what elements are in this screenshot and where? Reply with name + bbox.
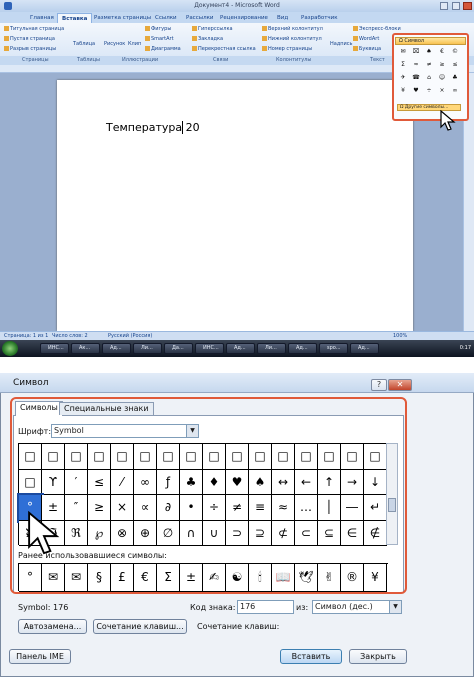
hyperlink-button[interactable]: Гиперссылка <box>192 26 233 32</box>
taskbar-item[interactable]: Ад... <box>350 343 379 354</box>
group-links: Связи <box>213 57 229 63</box>
ribbon-tabs: Главная Вставка Разметка страницы Ссылки… <box>0 12 474 23</box>
tab-developer[interactable]: Разработчик <box>297 13 342 23</box>
page-break-button[interactable]: Разрыв страницы <box>4 46 56 52</box>
dropcap-button[interactable]: Буквица <box>353 46 381 52</box>
dropdown-symbol-cell[interactable]: ♠ <box>424 47 434 56</box>
close-button[interactable]: Закрыть <box>349 649 407 664</box>
tab-mailings[interactable]: Рассылки <box>182 13 218 23</box>
text-caret <box>182 121 183 134</box>
dropdown-symbol-cell[interactable]: ≤ <box>450 60 460 69</box>
taskbar-item[interactable]: spo... <box>319 343 348 354</box>
dropdown-symbol-cell[interactable]: € <box>437 47 447 56</box>
textbox-button[interactable]: Надпись <box>330 41 353 47</box>
wordart-button[interactable]: WordArt <box>353 36 379 42</box>
dropdown-symbol-cell[interactable]: ∞ <box>450 86 460 95</box>
document-page[interactable] <box>57 80 413 331</box>
quickparts-button[interactable]: Экспресс-блоки <box>353 26 401 32</box>
taskbar: ИНС... Ак... Ад... Ли... Да... ИНС... Ад… <box>0 340 474 357</box>
dropdown-symbol-cell[interactable]: ¥ <box>398 86 408 95</box>
cover-page-button[interactable]: Титульная страница <box>4 26 64 32</box>
autocorrect-button[interactable]: Автозамена... <box>18 619 87 634</box>
document-text[interactable]: Температура 20 <box>106 121 200 134</box>
tab-view[interactable]: Вид <box>273 13 292 23</box>
separator-gap <box>0 357 474 373</box>
word-title: Документ4 - Microsoft Word <box>194 2 280 9</box>
group-header-footer: Колонтитулы <box>276 57 312 63</box>
taskbar-item[interactable]: Ак... <box>71 343 100 354</box>
tab-home[interactable]: Главная <box>26 13 58 23</box>
status-bar: Страница: 1 из 1 Число слов: 2 Русский (… <box>0 331 474 340</box>
tab-page-layout[interactable]: Разметка страницы <box>90 13 155 23</box>
blank-page-button[interactable]: Пустая страница <box>4 36 55 42</box>
dropdown-symbol-cell[interactable]: ≠ <box>424 60 434 69</box>
taskbar-item[interactable]: Ли... <box>133 343 162 354</box>
insert-button[interactable]: Вставить <box>280 649 342 664</box>
bookmark-button[interactable]: Закладка <box>192 36 223 42</box>
taskbar-item[interactable]: Ли... <box>257 343 286 354</box>
dropdown-symbol-cell[interactable]: ☎ <box>411 73 421 82</box>
group-pages: Страницы <box>22 57 49 63</box>
dropdown-symbol-cell[interactable]: ⌂ <box>424 73 434 82</box>
tab-review[interactable]: Рецензирование <box>216 13 272 23</box>
taskbar-item[interactable]: Да... <box>164 343 193 354</box>
dropdown-symbol-cell[interactable]: ♥ <box>411 86 421 95</box>
taskbar-item[interactable]: ИНС... <box>40 343 69 354</box>
taskbar-item[interactable]: ИНС... <box>195 343 224 354</box>
header-button[interactable]: Верхний колонтитул <box>262 26 323 32</box>
symbol-code-name: Symbol: 176 <box>18 603 69 612</box>
taskbar-clock: 0:17 <box>459 345 471 351</box>
table-button[interactable]: Таблица <box>73 41 95 47</box>
highlight-frame <box>10 397 407 594</box>
taskbar-item[interactable]: Ад... <box>102 343 131 354</box>
char-code-label: Код знака: <box>190 603 236 612</box>
from-label: из: <box>296 603 309 612</box>
minimize-icon[interactable] <box>440 2 448 10</box>
mouse-pointer-icon <box>440 110 456 131</box>
start-button[interactable] <box>2 341 18 356</box>
smartart-button[interactable]: SmartArt <box>145 36 174 42</box>
picture-button[interactable]: Рисунок <box>104 41 125 47</box>
maximize-icon[interactable] <box>452 2 460 10</box>
chart-button[interactable]: Диаграмма <box>145 46 181 52</box>
ime-pad-button[interactable]: Панель IME <box>9 649 71 664</box>
dropdown-symbol-cell[interactable]: ≈ <box>411 60 421 69</box>
taskbar-item[interactable]: Ад... <box>288 343 317 354</box>
tab-insert[interactable]: Вставка <box>57 13 93 23</box>
dropdown-symbol-cell[interactable]: Σ <box>398 60 408 69</box>
dropdown-symbol-cell[interactable]: ✉ <box>398 47 408 56</box>
dropdown-symbol-cell[interactable]: ✈ <box>398 73 408 82</box>
word-title-bar: Документ4 - Microsoft Word <box>0 0 474 12</box>
from-select-value: Символ (дес.) <box>315 602 373 611</box>
help-button[interactable]: ? <box>371 379 387 391</box>
symbol-button[interactable]: Ω Символ <box>395 37 466 45</box>
group-illustrations: Иллюстрации <box>122 57 159 63</box>
shapes-button[interactable]: Фигуры <box>145 26 171 32</box>
char-code-input[interactable]: 176 <box>237 600 294 614</box>
page-number-button[interactable]: Номер страницы <box>262 46 312 52</box>
dropdown-symbol-cell[interactable]: © <box>450 47 460 56</box>
from-select[interactable]: Символ (дес.) ▼ <box>312 600 402 614</box>
clip-button[interactable]: Клип <box>128 41 141 47</box>
shortcut-key-label: Сочетание клавиш: <box>197 622 280 631</box>
dropdown-symbol-cell[interactable]: ♣ <box>450 73 460 82</box>
taskbar-item[interactable]: Ад... <box>226 343 255 354</box>
dropdown-symbol-cell[interactable]: ≥ <box>437 60 447 69</box>
close-icon[interactable] <box>463 2 472 10</box>
dialog-close-button[interactable]: ✕ <box>388 379 412 391</box>
footer-button[interactable]: Нижний колонтитул <box>262 36 322 42</box>
dropdown-symbol-cell[interactable]: ⌧ <box>411 47 421 56</box>
group-text: Текст <box>370 57 385 63</box>
group-tables: Таблицы <box>77 57 100 63</box>
shortcut-key-button[interactable]: Сочетание клавиш... <box>93 619 187 634</box>
mouse-pointer-icon <box>28 510 60 555</box>
dropdown-symbol-cell[interactable]: × <box>437 86 447 95</box>
chevron-down-icon[interactable]: ▼ <box>389 601 401 613</box>
crossref-button[interactable]: Перекрестная ссылка <box>192 46 256 52</box>
tab-references[interactable]: Ссылки <box>151 13 181 23</box>
dropdown-symbol-cell[interactable]: ☺ <box>437 73 447 82</box>
dropdown-symbol-cell[interactable]: ÷ <box>424 86 434 95</box>
